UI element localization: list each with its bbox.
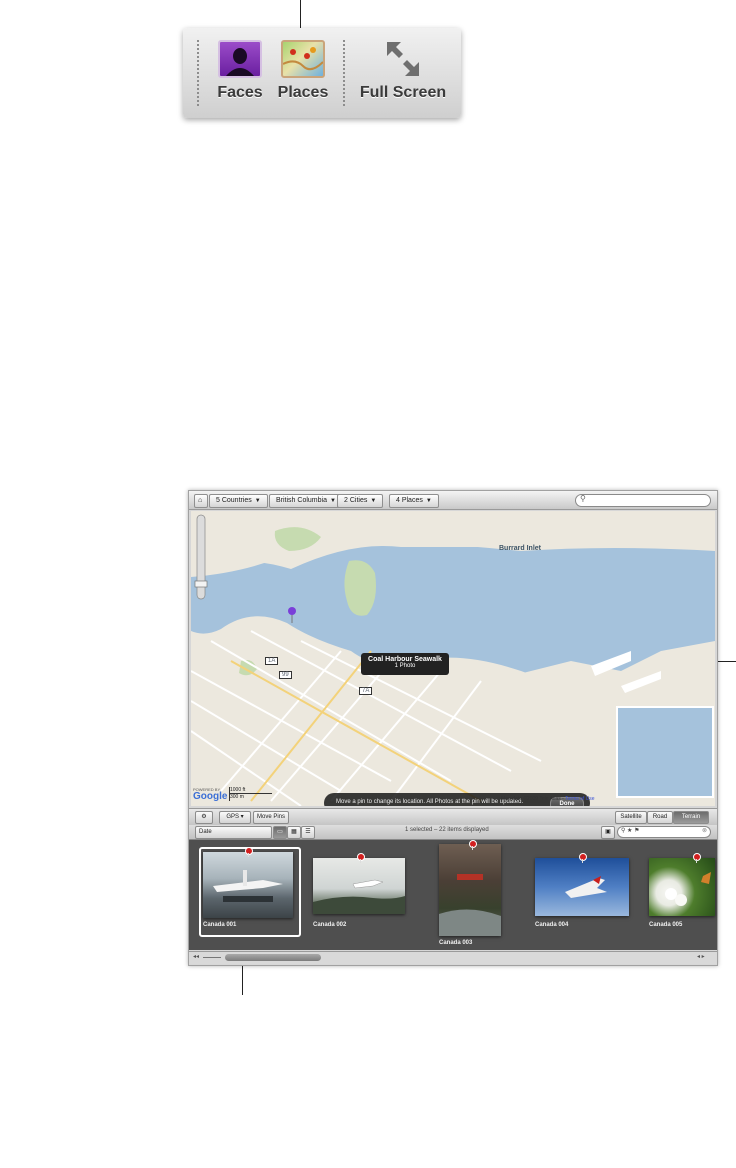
view-grid-icon[interactable]: ▦ (287, 826, 301, 839)
photo-caption: Canada 005 (649, 922, 683, 928)
photo-caption: Canada 003 (439, 940, 473, 946)
map-toolbar: ⚙ GPS ▾ Move Pins Satellite Road Terrain (189, 808, 717, 826)
home-button[interactable]: ⌂ (194, 494, 208, 508)
view-list-icon[interactable]: ☰ (301, 826, 315, 839)
sort-popup[interactable]: Date (195, 826, 272, 839)
scale-bar: 1000 ft 300 m (229, 787, 272, 801)
clear-search-icon[interactable]: ⊗ (702, 827, 707, 834)
chevron-down-icon: ▼ (329, 498, 336, 504)
horizontal-scrollbar[interactable]: ◂◂ ◂ ▸ (189, 951, 717, 964)
action-menu-button[interactable]: ⚙ (195, 811, 213, 824)
island (344, 560, 376, 616)
pin-popup: Coal Harbour Seawalk 1 Photo (361, 653, 449, 675)
photo-thumbnail[interactable] (649, 858, 715, 916)
chevron-down-icon: ▼ (370, 498, 377, 504)
places-window: ⌂ 5 Countries ▼ British Columbia ▼ 2 Citie… (188, 490, 718, 966)
breadcrumb-province[interactable]: British Columbia ▼ (269, 494, 343, 508)
photo-thumbnail[interactable] (439, 844, 501, 936)
places-label: Places (277, 84, 329, 101)
terms-link[interactable]: Terms of Use (565, 796, 594, 802)
photo-info-icon[interactable]: ▣ (601, 826, 615, 839)
photo-thumbnail[interactable] (203, 852, 293, 918)
search-field[interactable]: ⚲ (575, 494, 711, 507)
popup-subtitle: 1 Photo (394, 663, 416, 669)
toolbar-separator (197, 40, 199, 106)
breadcrumb-places[interactable]: 4 Places ▼ (389, 494, 439, 508)
search-icon: ⚲ ★ ⚑ (621, 828, 640, 834)
full-screen-icon (381, 40, 425, 78)
scale-ft-label: 1000 ft (230, 787, 272, 794)
faces-icon (218, 40, 262, 78)
photo-location-pin (245, 847, 253, 857)
terrain-button[interactable]: Terrain (673, 811, 709, 824)
gps-button[interactable]: GPS ▾ (219, 811, 251, 824)
full-screen-button[interactable]: Full Screen (357, 40, 449, 102)
search-icon: ⚲ (580, 494, 586, 503)
photo-caption: Canada 004 (535, 922, 569, 928)
faces-label: Faces (217, 84, 263, 101)
photo-caption: Canada 002 (313, 922, 347, 928)
breadcrumb-cities[interactable]: 2 Cities ▼ (337, 494, 384, 508)
zoom-slider-thumb (194, 580, 208, 588)
filter-bar: Date ▭ ▦ ☰ 1 selected – 22 items display… (189, 825, 717, 840)
home-icon: ⌂ (198, 497, 203, 504)
scale-m-label: 300 m (230, 794, 244, 800)
breadcrumb-label: 5 Countries (216, 497, 252, 504)
hint-text: Move a pin to change its location. All P… (336, 799, 524, 805)
zoom-out-icon[interactable]: ◂◂ (193, 953, 199, 960)
status-text: 1 selected – 22 items displayed (405, 827, 489, 833)
highway-shield: 99 (279, 671, 292, 679)
photo-location-pin (357, 853, 365, 863)
highway-shield: 1A (265, 657, 279, 665)
gear-icon: ⚙ (201, 814, 207, 820)
places-icon (281, 40, 325, 78)
photo-thumbnail[interactable] (313, 858, 405, 914)
photo-thumbnail[interactable] (535, 858, 629, 916)
filter-search-field[interactable]: ⚲ ★ ⚑ ⊗ (617, 826, 711, 838)
sort-label: Date (199, 829, 212, 835)
chevron-down-icon: ▼ (254, 498, 261, 504)
breadcrumb-countries[interactable]: 5 Countries ▼ (209, 494, 268, 508)
inset-water (616, 706, 714, 798)
breadcrumb-bar: ⌂ 5 Countries ▼ British Columbia ▼ 2 Citie… (189, 491, 717, 510)
map-copyright: Map data ©2009 Tele Atlas - Terms of Use (501, 796, 595, 802)
view-small-icon[interactable]: ▭ (273, 826, 287, 839)
map-view[interactable]: Burrard Inlet 1A 99 7A Coal Harbour Seaw… (191, 511, 715, 806)
toolbar: Faces Places Full Screen (183, 28, 461, 118)
water-label: Burrard Inlet (499, 545, 542, 552)
photo-caption: Canada 001 (203, 922, 237, 928)
faces-button[interactable]: Faces (215, 40, 265, 102)
full-screen-label: Full Screen (359, 84, 447, 101)
photo-location-pin (693, 853, 701, 863)
scrollbar-thumb[interactable] (225, 954, 321, 961)
toolbar-separator (343, 40, 345, 106)
copyright-text: Map data ©2009 Tele Atlas - (501, 796, 564, 802)
road-button[interactable]: Road (647, 811, 673, 824)
photo-location-pin (579, 853, 587, 863)
breadcrumb-label: 4 Places (396, 497, 423, 504)
breadcrumb-label: British Columbia (276, 497, 327, 504)
photo-location-pin (469, 840, 477, 850)
thumbnail-size-slider[interactable] (203, 957, 221, 958)
google-logo: POWERED BY Google (193, 787, 227, 802)
places-button[interactable]: Places (275, 40, 331, 102)
move-pins-button[interactable]: Move Pins (253, 811, 289, 824)
satellite-button[interactable]: Satellite (615, 811, 647, 824)
scroll-arrows-icon[interactable]: ◂ ▸ (697, 953, 705, 960)
highway-shield: 7A (359, 687, 373, 695)
gps-label: GPS (226, 814, 239, 820)
chevron-down-icon: ▼ (425, 498, 432, 504)
photo-browser: Canada 001 Canada 002 Canada 003 Canada … (189, 840, 717, 950)
breadcrumb-label: 2 Cities (344, 497, 368, 504)
google-label: Google (193, 791, 228, 802)
popup-title: Coal Harbour Seawalk (368, 656, 442, 663)
location-pin (288, 607, 296, 615)
